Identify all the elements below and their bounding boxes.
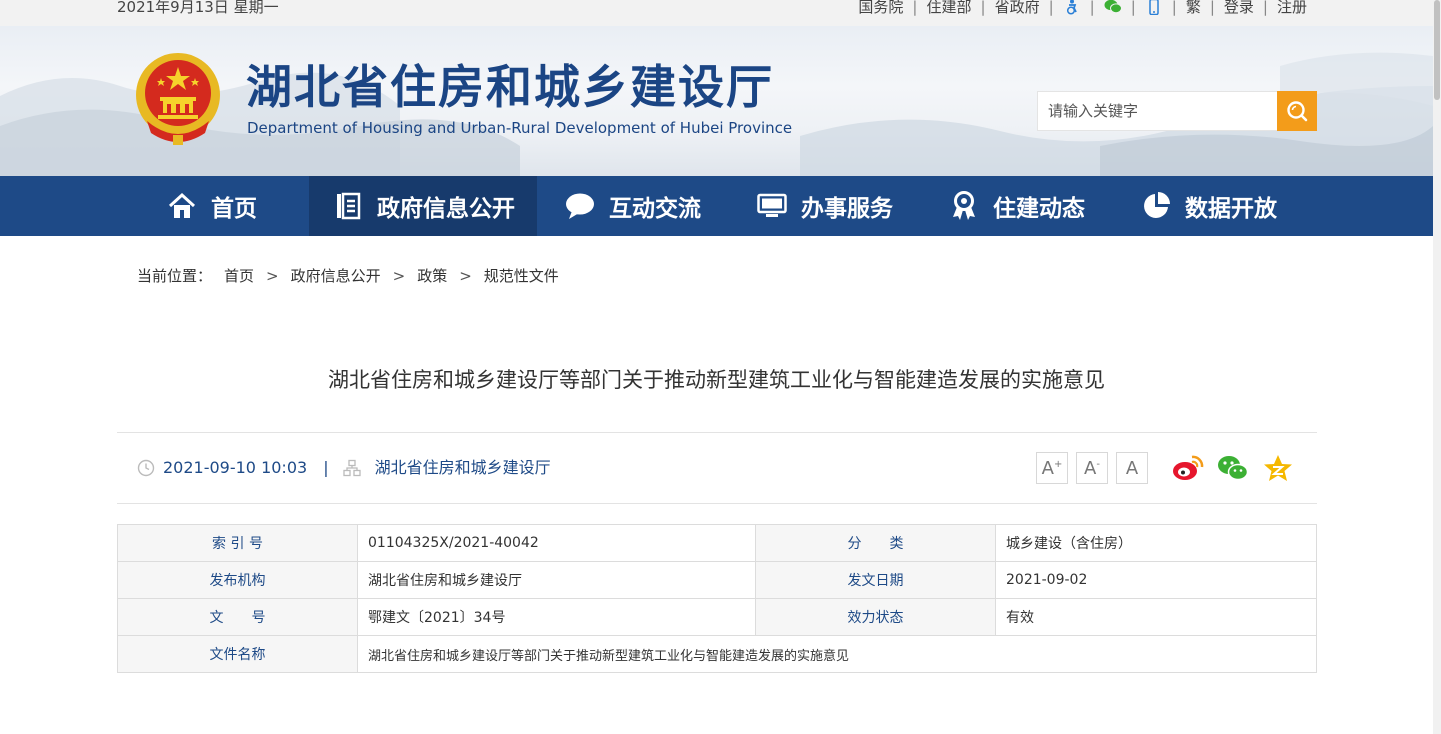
search-icon: [1287, 101, 1308, 122]
issue-date-value: 2021-09-02: [995, 561, 1317, 599]
nav-item-news[interactable]: 住建动态: [949, 176, 1085, 236]
search-input[interactable]: [1038, 92, 1278, 130]
search-box: [1037, 91, 1317, 131]
nav-item-interaction[interactable]: 互动交流: [565, 176, 701, 236]
index-label: 索 引 号: [117, 524, 358, 562]
wechat-icon[interactable]: [1104, 0, 1122, 15]
nav-label: 住建动态: [993, 196, 1085, 222]
top-links: 国务院 | 住建部 | 省政府 | | | | 繁 | 登录 | 注册: [858, 0, 1307, 17]
publisher-label: 发布机构: [117, 561, 358, 599]
nav-item-home[interactable]: 首页: [167, 176, 257, 236]
qzone-icon: [1264, 455, 1292, 481]
current-date: 2021年9月13日 星期一: [117, 0, 279, 16]
nav-label: 办事服务: [801, 196, 893, 222]
link-register[interactable]: 注册: [1277, 0, 1307, 17]
chat-bubble-icon: [565, 191, 595, 221]
breadcrumb: 当前位置： 首页 > 政府信息公开 > 政策 > 规范性文件: [137, 266, 559, 286]
scrollbar-thumb[interactable]: [1434, 0, 1440, 100]
share-wechat-button[interactable]: [1217, 453, 1249, 483]
nav-item-services[interactable]: 办事服务: [757, 176, 893, 236]
font-reset-button[interactable]: A: [1116, 452, 1148, 484]
validity-value: 有效: [995, 598, 1317, 636]
validity-label: 效力状态: [755, 598, 996, 636]
award-icon: [949, 191, 979, 221]
divider-bottom: [117, 503, 1317, 504]
mobile-icon[interactable]: [1145, 0, 1163, 16]
breadcrumb-normative-docs[interactable]: 规范性文件: [484, 266, 559, 286]
document-info-table: 索 引 号 01104325X/2021-40042 分 类 城乡建设（含住房）…: [117, 524, 1317, 673]
nav-label: 互动交流: [609, 196, 701, 222]
publisher-value: 湖北省住房和城乡建设厅: [357, 561, 756, 599]
nav-item-gov-info[interactable]: 政府信息公开: [309, 176, 537, 236]
font-increase-button[interactable]: A +: [1036, 452, 1068, 484]
doc-name-label: 文件名称: [117, 635, 358, 673]
national-emblem-icon: [136, 53, 220, 145]
page-scrollbar[interactable]: [1433, 0, 1441, 734]
breadcrumb-prefix: 当前位置：: [137, 267, 213, 285]
nav-label: 数据开放: [1185, 196, 1277, 222]
issue-date-label: 发文日期: [755, 561, 996, 599]
link-state-council[interactable]: 国务院: [858, 0, 903, 17]
search-button[interactable]: [1277, 91, 1317, 131]
accessibility-icon[interactable]: [1063, 0, 1081, 15]
table-row: 发布机构 湖北省住房和城乡建设厅 发文日期 2021-09-02: [117, 561, 1317, 599]
link-provincial-gov[interactable]: 省政府: [995, 0, 1040, 17]
divider-top: [117, 432, 1317, 433]
main-nav: 首页 政府信息公开 互动交流 办事服务 住建动态 数据开放: [0, 176, 1433, 236]
wechat-share-icon: [1218, 456, 1249, 481]
index-value: 01104325X/2021-40042: [357, 524, 756, 562]
page-title: 湖北省住房和城乡建设厅等部门关于推动新型建筑工业化与智能建造发展的实施意见: [328, 368, 1105, 392]
breadcrumb-policy[interactable]: 政策: [417, 266, 447, 286]
top-utility-bar: 2021年9月13日 星期一 国务院 | 住建部 | 省政府 | | | | 繁…: [0, 0, 1433, 26]
weibo-icon: [1173, 455, 1204, 480]
home-icon: [167, 191, 197, 221]
link-login[interactable]: 登录: [1224, 0, 1254, 17]
organization-icon: [342, 459, 361, 477]
table-row: 索 引 号 01104325X/2021-40042 分 类 城乡建设（含住房）: [117, 524, 1317, 562]
share-weibo-button[interactable]: [1172, 453, 1204, 483]
share-qzone-button[interactable]: [1262, 453, 1294, 483]
clock-icon: [137, 459, 155, 477]
link-traditional-chinese[interactable]: 繁: [1186, 0, 1201, 17]
table-row: 文 号 鄂建文〔2021〕34号 效力状态 有效: [117, 598, 1317, 636]
breadcrumb-gov-info[interactable]: 政府信息公开: [291, 266, 381, 286]
doc-number-value: 鄂建文〔2021〕34号: [357, 598, 756, 636]
document-list-icon: [333, 191, 363, 221]
article-source: 湖北省住房和城乡建设厅: [374, 458, 551, 477]
monitor-icon: [757, 191, 787, 221]
nav-label: 政府信息公开: [377, 196, 515, 222]
site-header: 湖北省住房和城乡建设厅 Department of Housing and Ur…: [0, 26, 1433, 176]
article-meta: 2021-09-10 10:03 | 湖北省住房和城乡建设厅: [137, 458, 551, 478]
site-title[interactable]: 湖北省住房和城乡建设厅: [246, 59, 774, 115]
table-row: 文件名称 湖北省住房和城乡建设厅等部门关于推动新型建筑工业化与智能建造发展的实施…: [117, 635, 1317, 673]
category-label: 分 类: [755, 524, 996, 562]
category-value: 城乡建设（含住房）: [995, 524, 1317, 562]
breadcrumb-home[interactable]: 首页: [224, 266, 254, 286]
doc-number-label: 文 号: [117, 598, 358, 636]
doc-name-value: 湖北省住房和城乡建设厅等部门关于推动新型建筑工业化与智能建造发展的实施意见: [357, 635, 1317, 673]
pie-chart-icon: [1141, 191, 1171, 221]
site-title-english: Department of Housing and Urban-Rural De…: [247, 119, 793, 137]
publish-datetime: 2021-09-10 10:03: [163, 458, 308, 477]
nav-label: 首页: [211, 196, 257, 222]
link-mohurd[interactable]: 住建部: [926, 0, 971, 17]
font-decrease-button[interactable]: A-: [1076, 452, 1108, 484]
nav-item-open-data[interactable]: 数据开放: [1141, 176, 1277, 236]
